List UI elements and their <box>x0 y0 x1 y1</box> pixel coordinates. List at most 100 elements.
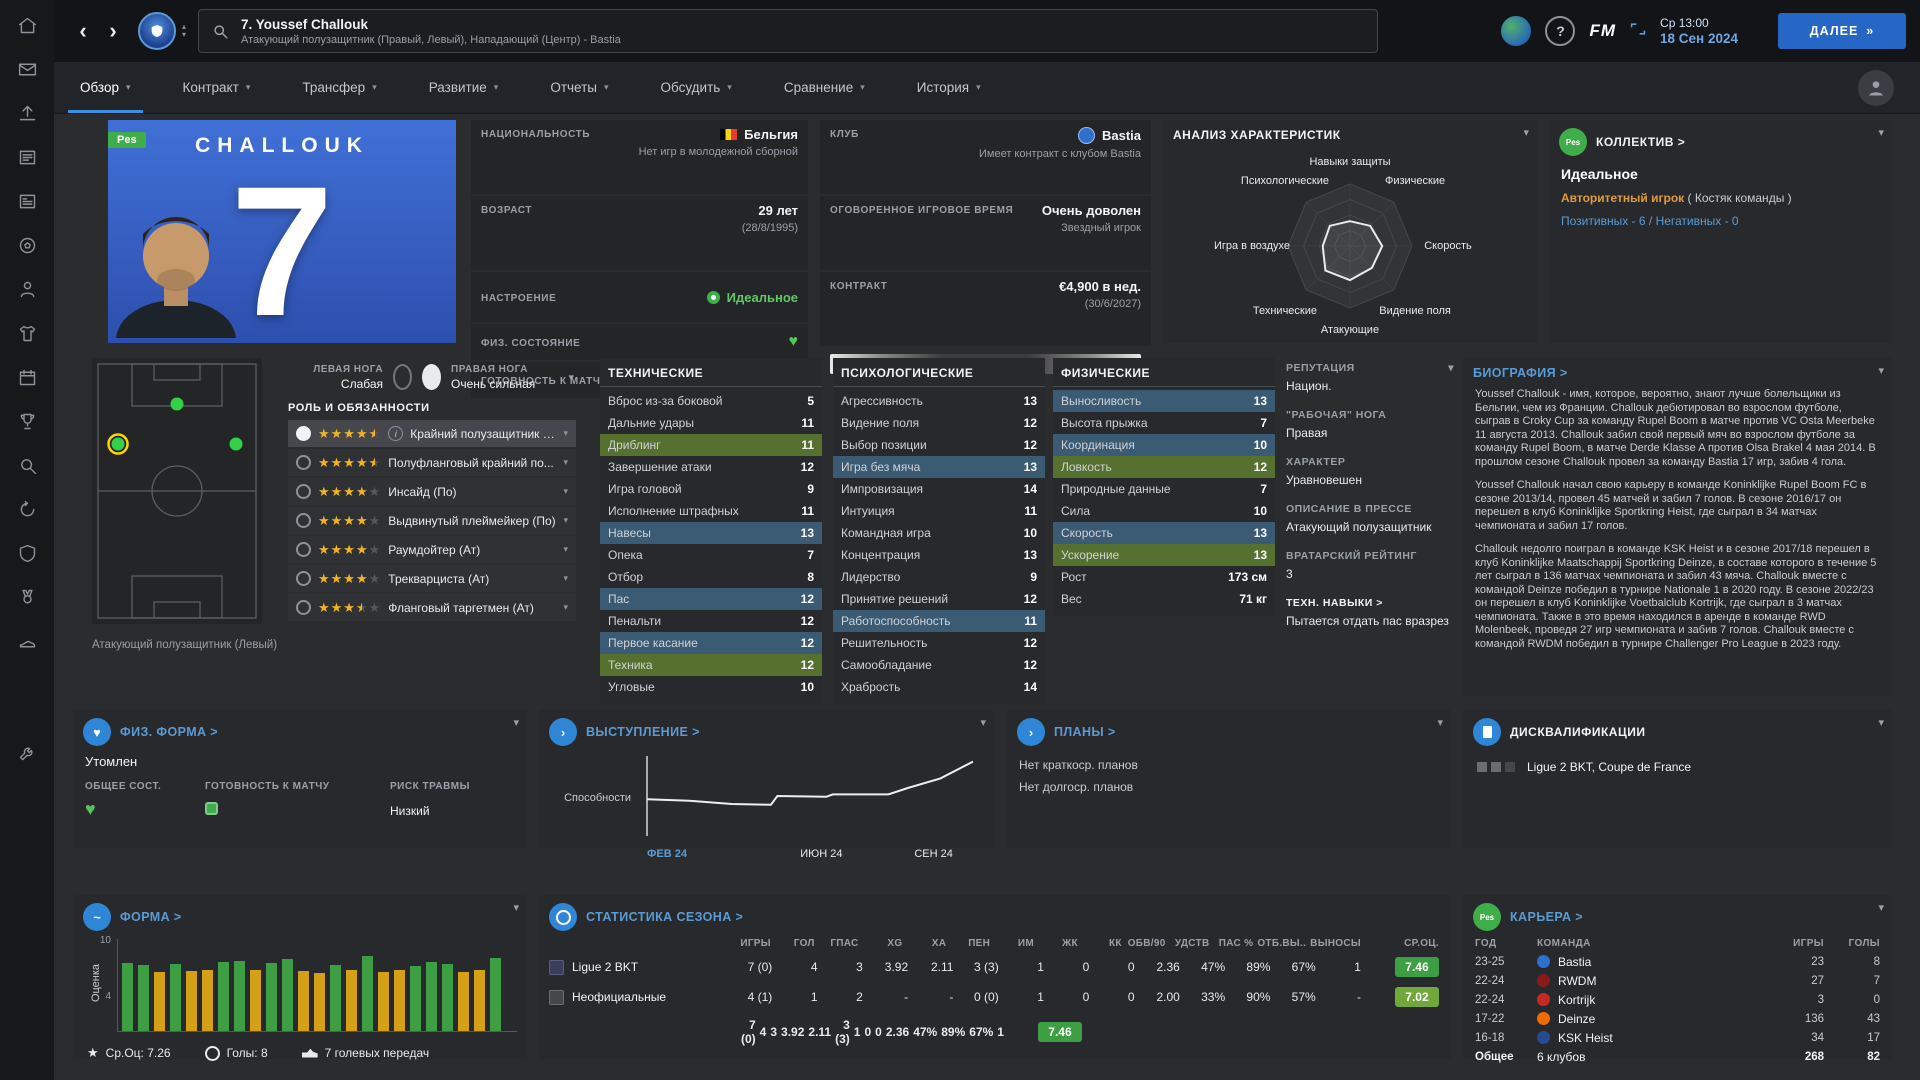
stats-column-header[interactable]: СР.ОЦ. <box>1363 935 1441 952</box>
form-bar[interactable] <box>202 970 213 1031</box>
tactics-icon[interactable] <box>10 536 44 570</box>
stats-column-header[interactable]: ПАС % <box>1211 935 1255 952</box>
career-title[interactable]: КАРЬЕРА > <box>1510 910 1583 924</box>
fixtures-icon[interactable] <box>10 360 44 394</box>
stats-column-header[interactable]: ЖК <box>1036 935 1080 952</box>
chevron-down-icon[interactable]: ▾ <box>563 515 568 526</box>
collapse-chevron-icon[interactable]: ▾ <box>1878 716 1884 729</box>
stats-column-header[interactable]: XA <box>904 935 948 952</box>
help-icon[interactable]: ? <box>1545 16 1575 46</box>
tab-обсудить[interactable]: Обсудить▾ <box>635 62 758 113</box>
stats-column-header[interactable]: ПЕН <box>948 935 992 952</box>
role-item[interactable]: ★★★★★★★★★★iКрайний полузащитник (По)▾ <box>288 420 576 447</box>
role-radio-icon[interactable] <box>296 426 311 441</box>
hierarchy-role[interactable]: Авторитетный игрок <box>1561 191 1684 205</box>
form-bar[interactable] <box>314 973 325 1031</box>
form-bar[interactable] <box>122 963 133 1031</box>
continue-icon[interactable] <box>10 492 44 526</box>
stats-column-header[interactable]: ОБВ/90 <box>1124 935 1168 952</box>
role-radio-icon[interactable] <box>296 600 311 615</box>
collapse-chevron-icon[interactable]: ▾ <box>568 371 574 384</box>
role-item[interactable]: ★★★★★★★★★★Выдвинутый плеймейкер (По)▾ <box>288 507 576 534</box>
tab-история[interactable]: История▾ <box>891 62 1007 113</box>
news-icon[interactable] <box>10 140 44 174</box>
form-title[interactable]: ФОРМА > <box>120 910 182 924</box>
role-item[interactable]: ★★★★★★★★★★Раумдойтер (Ат)▾ <box>288 536 576 563</box>
role-item[interactable]: ★★★★★★★★★★Фланговый таргетмен (Ат)▾ <box>288 594 576 621</box>
chevron-down-icon[interactable]: ▾ <box>563 544 568 555</box>
manager-avatar[interactable] <box>1858 70 1894 106</box>
tab-контракт[interactable]: Контракт▾ <box>157 62 277 113</box>
fitness-title[interactable]: ФИЗ. ФОРМА > <box>120 725 218 739</box>
home-icon[interactable] <box>10 8 44 42</box>
window-mode-icon[interactable] <box>1630 22 1646 41</box>
awards-icon[interactable] <box>10 580 44 614</box>
tab-обзор[interactable]: Обзор▾ <box>54 62 157 113</box>
ball-icon[interactable] <box>10 228 44 262</box>
info-icon[interactable]: i <box>388 426 403 441</box>
form-bar[interactable] <box>266 963 277 1031</box>
club-crest-icon[interactable] <box>138 12 176 50</box>
biography-title[interactable]: БИОГРАФИЯ > <box>1473 366 1568 380</box>
form-bar[interactable] <box>282 959 293 1031</box>
dressing-room-title[interactable]: КОЛЛЕКТИВ > <box>1596 135 1685 149</box>
kit-icon[interactable] <box>10 316 44 350</box>
season-stats-total[interactable]: 7 (0)433.922.113 (3)1002.3647%89%67%17.4… <box>549 1013 729 1051</box>
career-row[interactable]: 16-18KSK Heist3417 <box>1463 1028 1892 1047</box>
form-bar[interactable] <box>490 958 501 1031</box>
chevron-down-icon[interactable]: ▾ <box>563 573 568 584</box>
collapse-chevron-icon[interactable]: ▾ <box>1448 362 1454 374</box>
season-stats-row[interactable]: Ligue 2 BKT7 (0)433.922.113 (3)1002.3647… <box>539 952 1451 982</box>
stats-column-header[interactable]: ИГРЫ <box>729 935 773 952</box>
transfers-icon[interactable] <box>10 96 44 130</box>
competition-icon[interactable] <box>10 404 44 438</box>
globe-icon[interactable] <box>1501 16 1531 46</box>
continue-button[interactable]: ДАЛЕЕ » <box>1778 13 1906 49</box>
settings-icon[interactable] <box>10 736 44 770</box>
search-bar[interactable]: 7. Youssef Challouk Атакующий полузащитн… <box>198 9 1378 53</box>
form-bar[interactable] <box>378 972 389 1031</box>
stats-column-header[interactable]: КК <box>1080 935 1124 952</box>
position-dot[interactable] <box>112 438 125 451</box>
role-radio-icon[interactable] <box>296 542 311 557</box>
tab-развитие[interactable]: Развитие▾ <box>403 62 525 113</box>
role-radio-icon[interactable] <box>296 484 311 499</box>
collapse-chevron-icon[interactable]: ▾ <box>1523 126 1529 139</box>
career-column-header[interactable]: ГОЛЫ <box>1824 935 1880 952</box>
stats-column-header[interactable]: XG <box>861 935 905 952</box>
stats-column-header[interactable]: ГОЛ <box>773 935 817 952</box>
collapse-chevron-icon[interactable]: ▾ <box>1878 364 1884 377</box>
role-item[interactable]: ★★★★★★★★★★Инсайд (По)▾ <box>288 478 576 505</box>
form-bar[interactable] <box>298 971 309 1031</box>
stats-column-header[interactable]: ОТБ.ВЫ.. <box>1255 935 1308 952</box>
career-column-header[interactable]: ИГРЫ <box>1754 935 1824 952</box>
collapse-chevron-icon[interactable]: ▾ <box>1878 901 1884 914</box>
role-radio-icon[interactable] <box>296 571 311 586</box>
forward-button[interactable]: › <box>98 16 128 46</box>
stats-column-header[interactable]: ВЫНОСЫ <box>1308 935 1363 952</box>
role-item[interactable]: ★★★★★★★★★★Трекварциста (Ат)▾ <box>288 565 576 592</box>
season-stats-title[interactable]: СТАТИСТИКА СЕЗОНА > <box>586 910 743 924</box>
positive-relations-link[interactable]: Позитивных - 6 <box>1561 214 1646 228</box>
collapse-chevron-icon[interactable]: ▾ <box>1878 126 1884 139</box>
collapse-chevron-icon[interactable]: ▾ <box>513 716 519 729</box>
form-bar[interactable] <box>426 962 437 1031</box>
chevron-down-icon[interactable]: ▾ <box>563 428 568 439</box>
career-row[interactable]: 22-24Kortrijk30 <box>1463 990 1892 1009</box>
role-item[interactable]: ★★★★★★★★★★Полуфланговый крайний по...▾ <box>288 449 576 476</box>
form-bar[interactable] <box>138 965 149 1031</box>
performance-title[interactable]: ВЫСТУПЛЕНИЕ > <box>586 725 700 739</box>
career-column-header[interactable]: КОМАНДА <box>1537 935 1754 952</box>
collapse-chevron-icon[interactable]: ▾ <box>513 901 519 914</box>
inbox-icon[interactable] <box>10 52 44 86</box>
role-radio-icon[interactable] <box>296 513 311 528</box>
career-row[interactable]: 17-22Deinze13643 <box>1463 1009 1892 1028</box>
collapse-chevron-icon[interactable]: ▾ <box>980 716 986 729</box>
form-bar[interactable] <box>218 962 229 1031</box>
entity-switcher[interactable]: ▴▾ <box>182 23 186 39</box>
plans-title[interactable]: ПЛАНЫ > <box>1054 725 1116 739</box>
form-bar[interactable] <box>154 972 165 1031</box>
form-bar[interactable] <box>394 970 405 1031</box>
form-bar[interactable] <box>170 964 181 1031</box>
boots-icon[interactable] <box>10 624 44 658</box>
